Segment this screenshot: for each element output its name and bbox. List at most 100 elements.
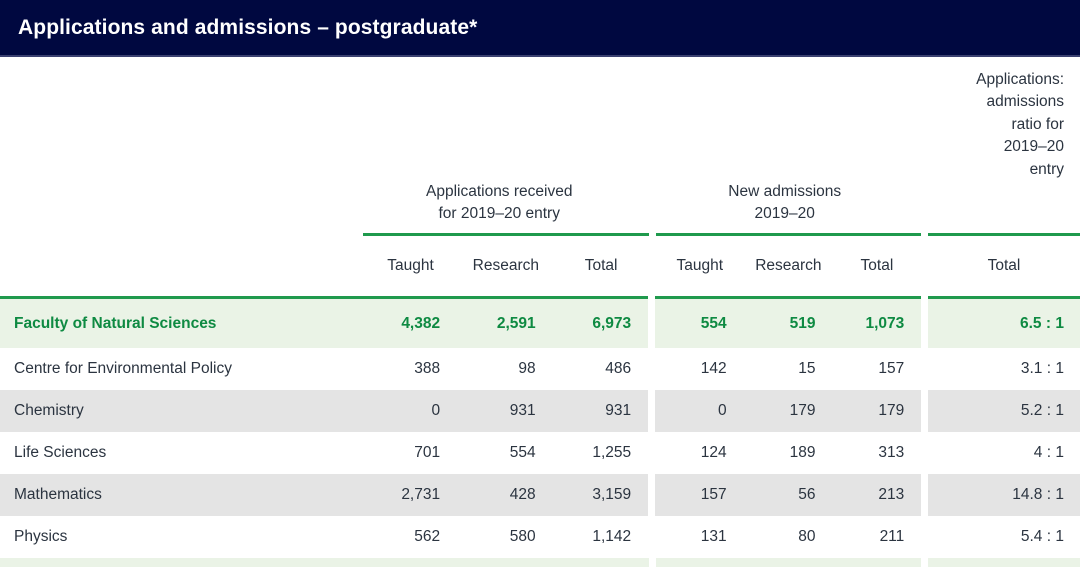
cell-adm-research: 56 bbox=[744, 474, 833, 516]
column-gap bbox=[921, 296, 928, 348]
cell-ratio: 5.4 : 1 bbox=[928, 516, 1080, 558]
sub-header-apps-research: Research bbox=[458, 233, 553, 296]
column-gap bbox=[648, 432, 655, 474]
cell-adm-taught: 554 bbox=[655, 296, 744, 348]
group-header-applications-line2: for 2019–20 entry bbox=[426, 203, 572, 225]
cell-adm-taught: 157 bbox=[655, 474, 744, 516]
partial-name-cell bbox=[0, 558, 363, 567]
cell-apps-research: 2,591 bbox=[457, 296, 553, 348]
column-gap bbox=[648, 296, 655, 348]
cell-adm-total: 179 bbox=[832, 390, 921, 432]
table-row[interactable]: Chemistry093193101791795.2 : 1 bbox=[0, 390, 1080, 432]
cell-adm-total: 211 bbox=[832, 516, 921, 558]
table-sub-header-row: Taught Research Total Taught Research To… bbox=[0, 233, 1080, 296]
group-header-ratio-line2: admissions bbox=[976, 91, 1064, 113]
group-header-admissions-line2: 2019–20 bbox=[728, 203, 841, 225]
partial-cell-1 bbox=[363, 558, 458, 567]
column-gap bbox=[921, 348, 928, 390]
column-gap bbox=[648, 474, 655, 516]
partial-gap-2 bbox=[921, 558, 928, 567]
cell-adm-research: 15 bbox=[744, 348, 833, 390]
cell-apps-research: 428 bbox=[457, 474, 553, 516]
row-label: Centre for Environmental Policy bbox=[0, 348, 362, 390]
partial-cell-6 bbox=[833, 558, 922, 567]
cell-apps-taught: 4,382 bbox=[362, 296, 458, 348]
cell-apps-taught: 388 bbox=[362, 348, 458, 390]
cell-ratio: 6.5 : 1 bbox=[928, 296, 1080, 348]
cell-adm-total: 1,073 bbox=[832, 296, 921, 348]
cell-adm-taught: 124 bbox=[655, 432, 744, 474]
cell-apps-research: 931 bbox=[457, 390, 553, 432]
cell-adm-research: 80 bbox=[744, 516, 833, 558]
partial-cell-3 bbox=[553, 558, 648, 567]
group-header-ratio-line5: entry bbox=[976, 159, 1064, 181]
cell-adm-total: 213 bbox=[832, 474, 921, 516]
sub-header-gap-2 bbox=[921, 233, 928, 296]
cell-apps-research: 580 bbox=[457, 516, 553, 558]
page-header-bar: Applications and admissions – postgradua… bbox=[0, 0, 1080, 55]
sub-header-name-spacer bbox=[0, 233, 363, 296]
cell-apps-total: 3,159 bbox=[553, 474, 649, 516]
partial-ratio-cell bbox=[928, 558, 1080, 567]
group-header-ratio-line4: 2019–20 bbox=[976, 136, 1064, 158]
cell-apps-research: 98 bbox=[457, 348, 553, 390]
row-label: Faculty of Natural Sciences bbox=[0, 296, 362, 348]
sub-header-adm-research: Research bbox=[744, 233, 833, 296]
cell-apps-taught: 2,731 bbox=[362, 474, 458, 516]
cell-ratio: 3.1 : 1 bbox=[928, 348, 1080, 390]
column-gap bbox=[648, 390, 655, 432]
group-gap-1 bbox=[640, 57, 647, 233]
group-header-ratio-line1: Applications: bbox=[976, 69, 1064, 91]
cell-ratio: 5.2 : 1 bbox=[928, 390, 1080, 432]
partial-cell-4 bbox=[656, 558, 745, 567]
cell-apps-total: 1,142 bbox=[553, 516, 649, 558]
sub-header-apps-total: Total bbox=[553, 233, 648, 296]
table-row[interactable]: Faculty of Natural Sciences4,3822,5916,9… bbox=[0, 296, 1080, 348]
partial-gap-1 bbox=[649, 558, 656, 567]
sub-header-adm-taught: Taught bbox=[656, 233, 745, 296]
row-label: Chemistry bbox=[0, 390, 362, 432]
cell-apps-total: 931 bbox=[553, 390, 649, 432]
cell-adm-taught: 131 bbox=[655, 516, 744, 558]
cell-apps-total: 486 bbox=[553, 348, 649, 390]
table-row[interactable]: Physics5625801,142131802115.4 : 1 bbox=[0, 516, 1080, 558]
sub-header-adm-total: Total bbox=[833, 233, 922, 296]
cell-adm-research: 179 bbox=[744, 390, 833, 432]
cell-apps-total: 1,255 bbox=[553, 432, 649, 474]
page-title: Applications and admissions – postgradua… bbox=[18, 16, 477, 40]
partial-cell-5 bbox=[744, 558, 833, 567]
group-header-applications: Applications received for 2019–20 entry bbox=[358, 57, 640, 233]
cell-apps-research: 554 bbox=[457, 432, 553, 474]
column-gap bbox=[648, 516, 655, 558]
column-gap bbox=[921, 390, 928, 432]
table-body: Faculty of Natural Sciences4,3822,5916,9… bbox=[0, 296, 1080, 558]
cell-apps-taught: 701 bbox=[362, 432, 458, 474]
row-label: Mathematics bbox=[0, 474, 362, 516]
group-header-admissions-line1: New admissions bbox=[728, 181, 841, 203]
row-label: Physics bbox=[0, 516, 362, 558]
table-group-header-row: Applications received for 2019–20 entry … bbox=[0, 57, 1080, 233]
cell-adm-research: 519 bbox=[744, 296, 833, 348]
partial-cell-2 bbox=[458, 558, 553, 567]
cell-apps-taught: 562 bbox=[362, 516, 458, 558]
table-row[interactable]: Centre for Environmental Policy38898486 1… bbox=[0, 348, 1080, 390]
group-header-ratio: Applications: admissions ratio for 2019–… bbox=[929, 57, 1080, 233]
table-next-row-partial bbox=[0, 558, 1080, 567]
group-header-admissions: New admissions 2019–20 bbox=[647, 57, 923, 233]
column-gap bbox=[921, 432, 928, 474]
cell-adm-taught: 0 bbox=[655, 390, 744, 432]
cell-adm-total: 313 bbox=[832, 432, 921, 474]
group-header-ratio-line3: ratio for bbox=[976, 114, 1064, 136]
column-gap bbox=[648, 348, 655, 390]
applications-admissions-table: Applications received for 2019–20 entry … bbox=[0, 57, 1080, 567]
group-gap-2 bbox=[922, 57, 929, 233]
cell-adm-research: 189 bbox=[744, 432, 833, 474]
sub-header-apps-taught: Taught bbox=[363, 233, 458, 296]
cell-apps-taught: 0 bbox=[362, 390, 458, 432]
group-header-applications-line1: Applications received bbox=[426, 181, 572, 203]
sub-header-ratio-total: Total bbox=[928, 233, 1080, 296]
table-row[interactable]: Mathematics2,7314283,1591575621314.8 : 1 bbox=[0, 474, 1080, 516]
cell-apps-total: 6,973 bbox=[553, 296, 649, 348]
cell-ratio: 4 : 1 bbox=[928, 432, 1080, 474]
table-row[interactable]: Life Sciences7015541,2551241893134 : 1 bbox=[0, 432, 1080, 474]
